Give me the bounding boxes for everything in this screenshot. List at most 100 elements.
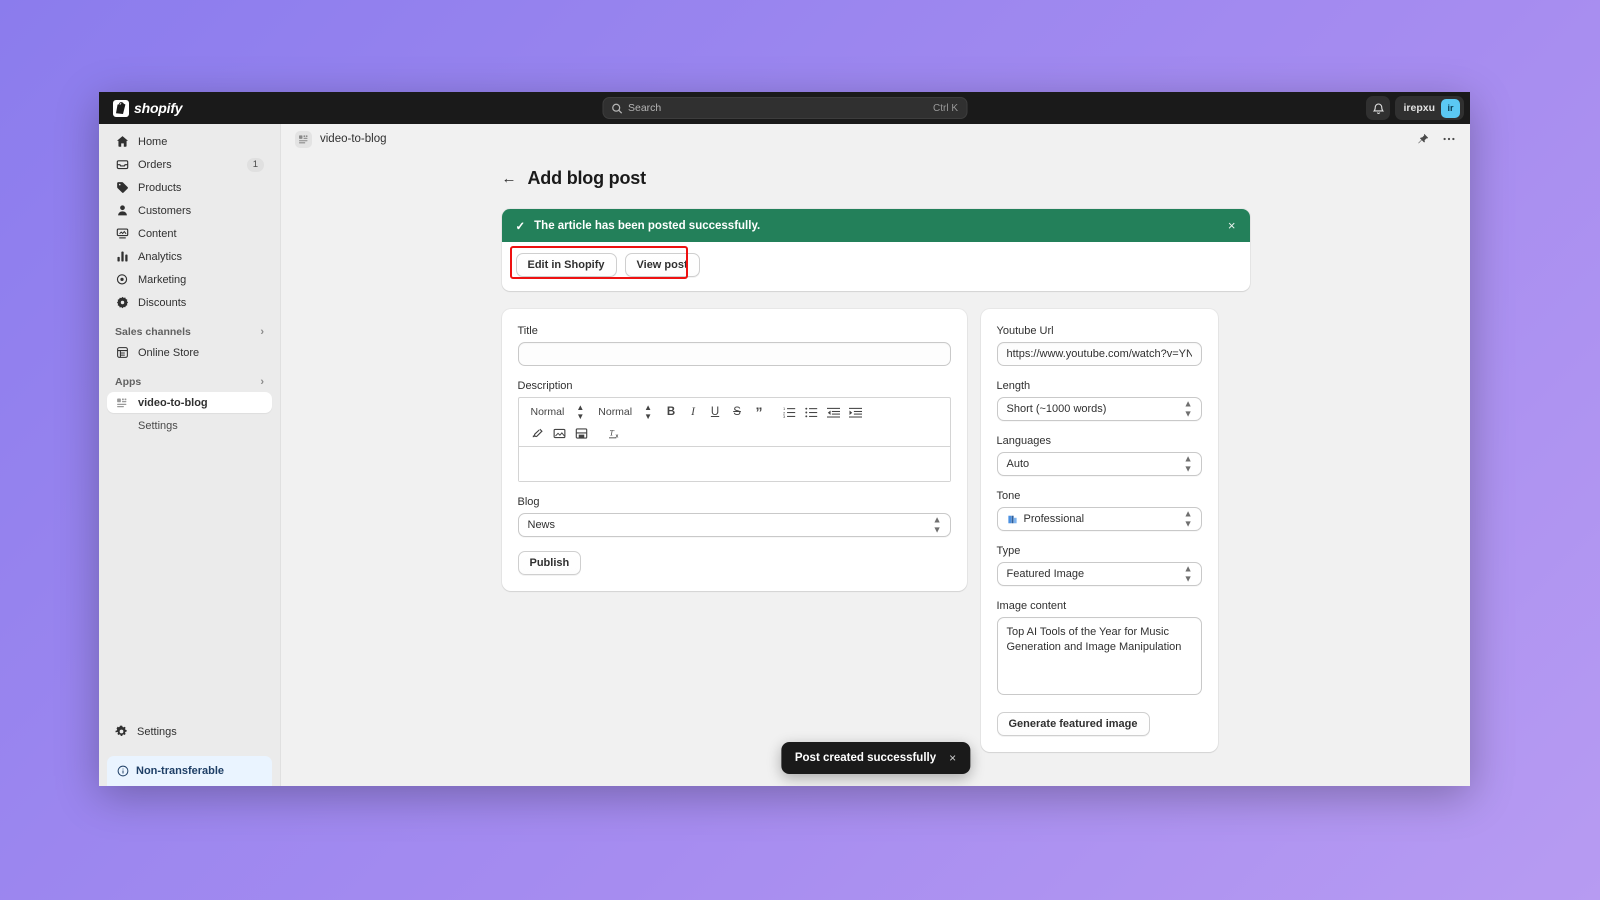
edit-in-shopify-button[interactable]: Edit in Shopify — [515, 253, 617, 277]
sidebar-item-orders[interactable]: Orders 1 — [107, 154, 272, 175]
breadcrumb-app-icon — [295, 130, 312, 148]
non-transferable-label: Non-transferable — [136, 765, 225, 777]
sidebar-item-home[interactable]: Home — [107, 131, 272, 152]
languages-label: Languages — [996, 435, 1051, 447]
publish-button[interactable]: Publish — [517, 551, 582, 575]
sales-channels-header[interactable]: Sales channels › — [115, 326, 264, 338]
image-button[interactable] — [549, 424, 571, 442]
font-select[interactable]: Normal ▲ ▼ — [592, 403, 660, 421]
chevron-updown-icon: ▲ ▼ — [932, 514, 942, 535]
two-column-layout: Title Description Normal ▲ ▼ Normal ▲ ▼ … — [501, 309, 1250, 752]
page-content: ← Add blog post ✓ The article has been p… — [281, 154, 1470, 786]
bullet-list-button[interactable] — [800, 403, 822, 421]
sidebar-item-settings[interactable]: Settings — [107, 721, 272, 742]
length-select[interactable]: Short (~1000 words) ▲ ▼ — [996, 397, 1202, 421]
sidebar-item-marketing[interactable]: Marketing — [107, 269, 272, 290]
online-store-icon — [115, 346, 129, 360]
sidebar-item-label: Orders — [138, 158, 172, 171]
close-icon[interactable]: × — [1228, 218, 1236, 233]
sidebar-item-content[interactable]: Content — [107, 223, 272, 244]
main-area: video-to-blog ← Add blog post ✓ The arti… — [281, 124, 1470, 786]
description-label: Description — [517, 380, 573, 392]
outdent-button[interactable] — [822, 403, 844, 421]
sidebar-item-label: Discounts — [138, 296, 187, 309]
length-select-value: Short (~1000 words) — [1006, 403, 1107, 415]
youtube-url-input[interactable] — [996, 342, 1202, 366]
languages-select[interactable]: Auto ▲ ▼ — [996, 452, 1202, 476]
apps-header[interactable]: Apps › — [115, 376, 264, 388]
blockquote-button[interactable]: ” — [748, 403, 770, 421]
length-label: Length — [996, 380, 1031, 392]
check-icon: ✓ — [515, 220, 526, 233]
page-container: ← Add blog post ✓ The article has been p… — [501, 168, 1250, 752]
user-menu-button[interactable]: irepxu ir — [1395, 96, 1464, 120]
svg-text:3: 3 — [783, 414, 786, 419]
chevron-updown-icon: ▲ ▼ — [1183, 563, 1193, 584]
products-icon — [115, 181, 129, 195]
sidebar-item-customers[interactable]: Customers — [107, 200, 272, 221]
back-button[interactable]: ← — [502, 171, 517, 186]
underline-button[interactable]: U — [704, 403, 726, 421]
ordered-list-button[interactable]: 123 — [778, 403, 800, 421]
shopify-logo[interactable]: shopify — [113, 99, 183, 117]
description-editor: Normal ▲ ▼ Normal ▲ ▼ B I U S ” 1 2 3 T … — [517, 397, 951, 482]
success-actions: Edit in Shopify View post — [502, 242, 1250, 291]
breadcrumb-actions — [1417, 132, 1456, 146]
blog-select[interactable]: News ▲ ▼ — [517, 513, 951, 537]
toast-close-icon[interactable]: × — [949, 751, 956, 765]
breadcrumb-label[interactable]: video-to-blog — [320, 133, 386, 145]
video-button[interactable] — [571, 424, 593, 442]
sidebar-item-products[interactable]: Products — [107, 177, 272, 198]
search-input[interactable]: Search Ctrl K — [602, 97, 967, 119]
clear-format-button[interactable]: Tx — [605, 424, 627, 442]
brand-name: shopify — [134, 100, 183, 116]
view-post-button[interactable]: View post — [624, 253, 700, 277]
italic-button[interactable]: I — [682, 403, 704, 421]
bold-button[interactable]: B — [660, 403, 682, 421]
svg-text:x: x — [616, 433, 619, 439]
app-icon — [115, 396, 129, 410]
tone-label: Tone — [996, 490, 1021, 502]
tone-select[interactable]: Professional ▲ ▼ — [996, 507, 1202, 531]
toast-message: Post created successfully — [794, 752, 937, 764]
blog-post-form-card: Title Description Normal ▲ ▼ Normal ▲ ▼ … — [501, 309, 967, 591]
browser-window: shopify Search Ctrl K irepxu ir Home Ord… — [99, 92, 1470, 786]
sidebar-item-online-store[interactable]: Online Store — [107, 342, 272, 363]
sidebar-item-label: Content — [138, 227, 177, 240]
sidebar-settings-label: Settings — [137, 725, 177, 738]
heading-select[interactable]: Normal ▲ ▼ — [525, 402, 593, 421]
gear-icon — [115, 725, 128, 738]
title-label: Title — [517, 325, 538, 337]
chevron-updown-icon: ▲ ▼ — [1183, 398, 1193, 419]
image-content-textarea[interactable] — [996, 617, 1202, 695]
type-select[interactable]: Featured Image ▲ ▼ — [996, 562, 1202, 586]
type-select-value: Featured Image — [1006, 568, 1085, 580]
search-placeholder: Search — [628, 102, 662, 114]
non-transferable-banner[interactable]: Non-transferable — [107, 756, 272, 786]
title-input[interactable] — [517, 342, 951, 366]
success-card: ✓ The article has been posted successful… — [501, 209, 1250, 291]
notifications-button[interactable] — [1366, 96, 1391, 120]
pin-icon[interactable] — [1417, 133, 1429, 145]
chevron-updown-icon: ▲ ▼ — [576, 402, 585, 421]
bar-chart-emoji-icon — [1007, 514, 1018, 525]
page-header: ← Add blog post — [502, 168, 1250, 189]
generate-featured-image-button[interactable]: Generate featured image — [996, 712, 1150, 736]
sidebar: Home Orders 1 Products Customers Content… — [99, 124, 281, 786]
more-horizontal-icon[interactable] — [1442, 132, 1456, 146]
indent-button[interactable] — [844, 403, 866, 421]
sidebar-item-label: Products — [138, 181, 182, 194]
sidebar-item-label: Customers — [138, 204, 192, 217]
success-banner: ✓ The article has been posted successful… — [501, 209, 1250, 242]
user-name: irepxu — [1403, 102, 1435, 114]
orders-badge: 1 — [246, 157, 264, 172]
sidebar-item-app-settings[interactable]: Settings — [107, 415, 272, 436]
sidebar-item-video-to-blog[interactable]: video-to-blog — [107, 392, 272, 413]
link-button[interactable] — [527, 424, 549, 442]
description-textarea[interactable] — [518, 447, 950, 481]
strikethrough-button[interactable]: S — [726, 403, 748, 421]
svg-text:T: T — [609, 428, 614, 437]
sidebar-item-discounts[interactable]: Discounts — [107, 292, 272, 313]
chevron-updown-icon: ▲ ▼ — [1183, 508, 1193, 529]
sidebar-item-analytics[interactable]: Analytics — [107, 246, 272, 267]
